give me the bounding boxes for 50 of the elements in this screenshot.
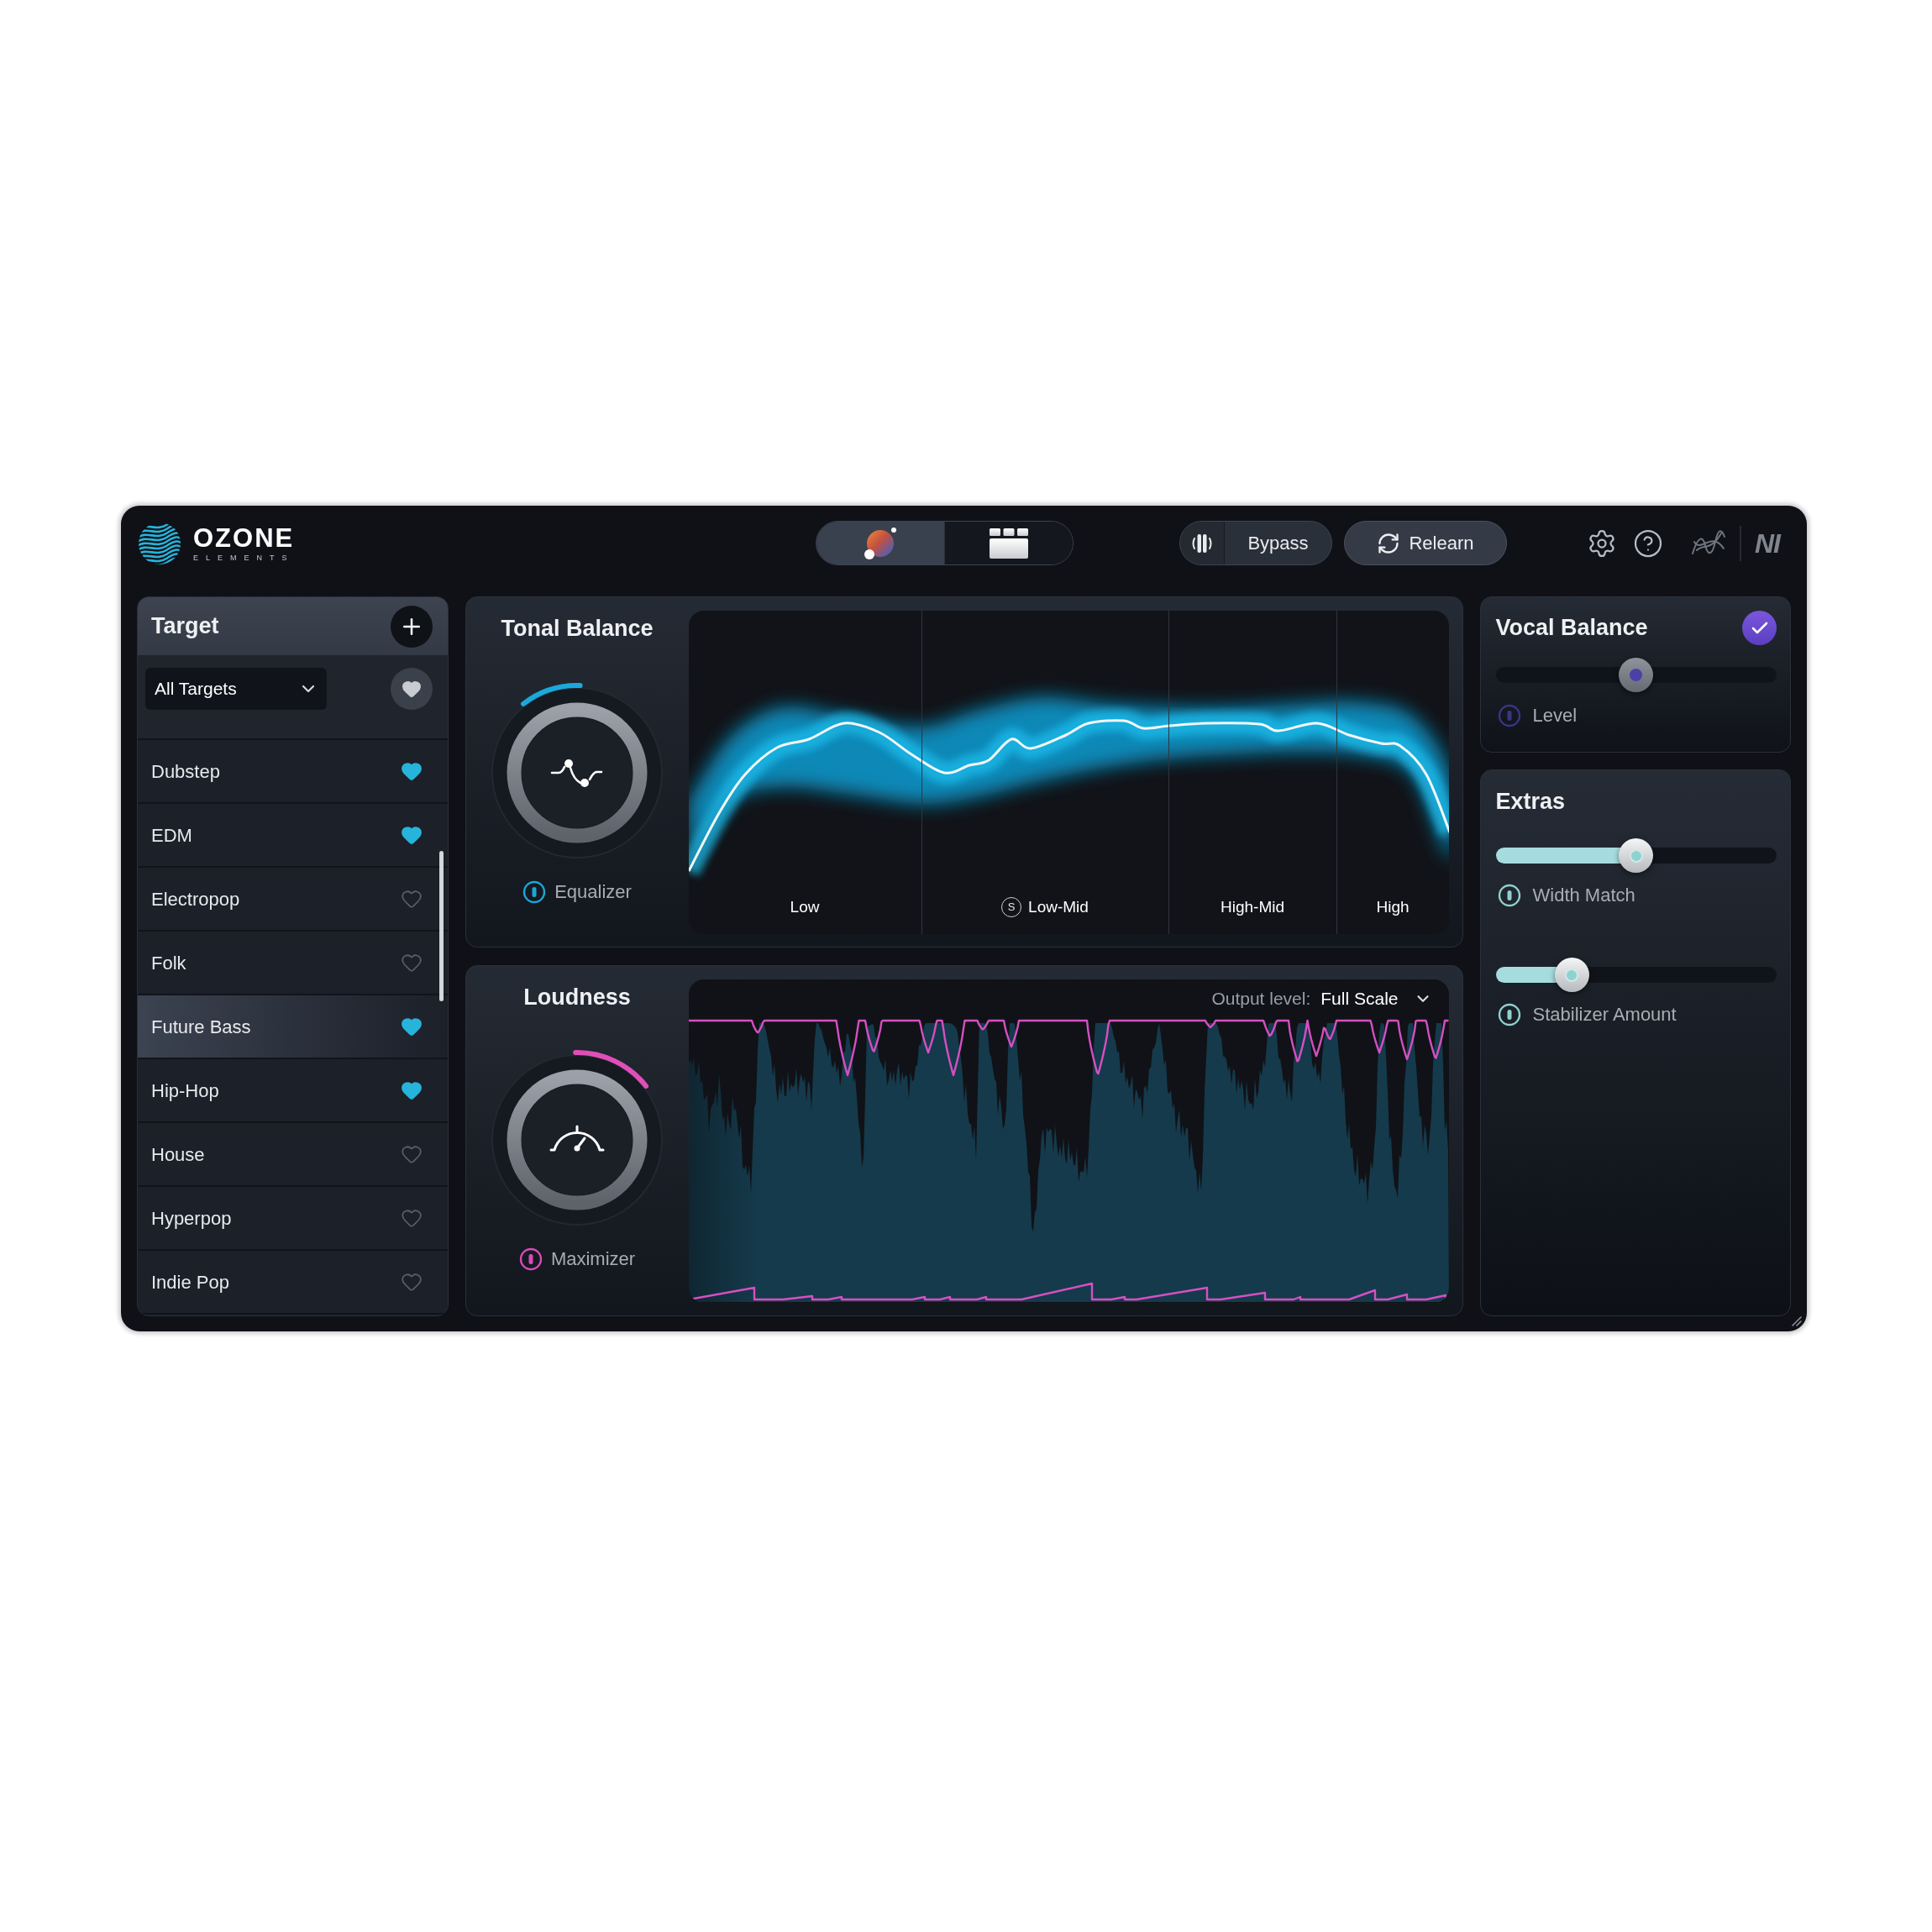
- logo-subtitle: ELEMENTS: [193, 554, 295, 562]
- relearn-button[interactable]: Relearn: [1344, 521, 1507, 565]
- slider-thumb[interactable]: [1619, 838, 1654, 873]
- panel-title: Target: [151, 612, 219, 641]
- slider-label: Level: [1532, 704, 1578, 727]
- settings-icon[interactable]: [1587, 528, 1617, 559]
- view-button[interactable]: [944, 522, 1073, 564]
- enable-checkbox[interactable]: [1742, 611, 1777, 645]
- band-label: High-Mid: [1221, 896, 1284, 917]
- heart-icon[interactable]: [400, 760, 423, 782]
- eq-curve-icon: [550, 759, 603, 787]
- heart-icon: [401, 679, 422, 699]
- slider[interactable]: [1495, 958, 1777, 992]
- heart-icon[interactable]: [400, 824, 423, 846]
- module-label: Maximizer: [550, 1247, 636, 1271]
- view-button[interactable]: [816, 522, 944, 564]
- speedometer-icon: [549, 1125, 605, 1152]
- slider-label: Width Match: [1532, 884, 1635, 907]
- heart-icon[interactable]: [400, 1016, 423, 1037]
- output-level-label: Output level:: [1211, 988, 1311, 1011]
- refresh-icon: [1377, 531, 1401, 555]
- favorites-filter-button[interactable]: [390, 668, 433, 710]
- help-icon[interactable]: [1633, 528, 1663, 559]
- logo-title: OZONE: [193, 524, 295, 551]
- target-list-item[interactable]: Future Bass: [138, 995, 448, 1059]
- heart-icon[interactable]: [400, 1079, 423, 1101]
- slider-thumb[interactable]: [1619, 658, 1654, 692]
- band-label: Low: [790, 896, 820, 917]
- module-label: Equalizer: [554, 880, 632, 904]
- scrollbar[interactable]: [439, 851, 444, 1001]
- brand-logo: NI: [1755, 529, 1780, 557]
- layout-blocks-icon: [989, 528, 1029, 559]
- bypass-button[interactable]: Bypass: [1225, 522, 1331, 564]
- slider[interactable]: [1495, 838, 1777, 873]
- band-label: High: [1376, 896, 1410, 917]
- panel-title: Vocal Balance: [1495, 614, 1648, 643]
- slider-thumb[interactable]: [1554, 958, 1589, 992]
- panel-title: Tonal Balance: [501, 616, 654, 642]
- power-toggle-icon[interactable]: [1497, 703, 1521, 727]
- filter-dropdown[interactable]: All Targets: [145, 668, 327, 710]
- slider[interactable]: [1495, 658, 1777, 692]
- meter-button[interactable]: [1180, 522, 1225, 564]
- resize-grip-icon[interactable]: [1790, 1315, 1802, 1326]
- power-toggle-icon[interactable]: [522, 879, 547, 904]
- panel-title: Extras: [1495, 789, 1567, 815]
- slider-label: Stabilizer Amount: [1532, 1003, 1677, 1026]
- band-label: Low-Mid: [1028, 896, 1089, 917]
- output-level-dropdown[interactable]: Full Scale: [1320, 985, 1432, 1012]
- power-toggle-icon[interactable]: [518, 1247, 543, 1271]
- panel-title: Loudness: [523, 984, 631, 1011]
